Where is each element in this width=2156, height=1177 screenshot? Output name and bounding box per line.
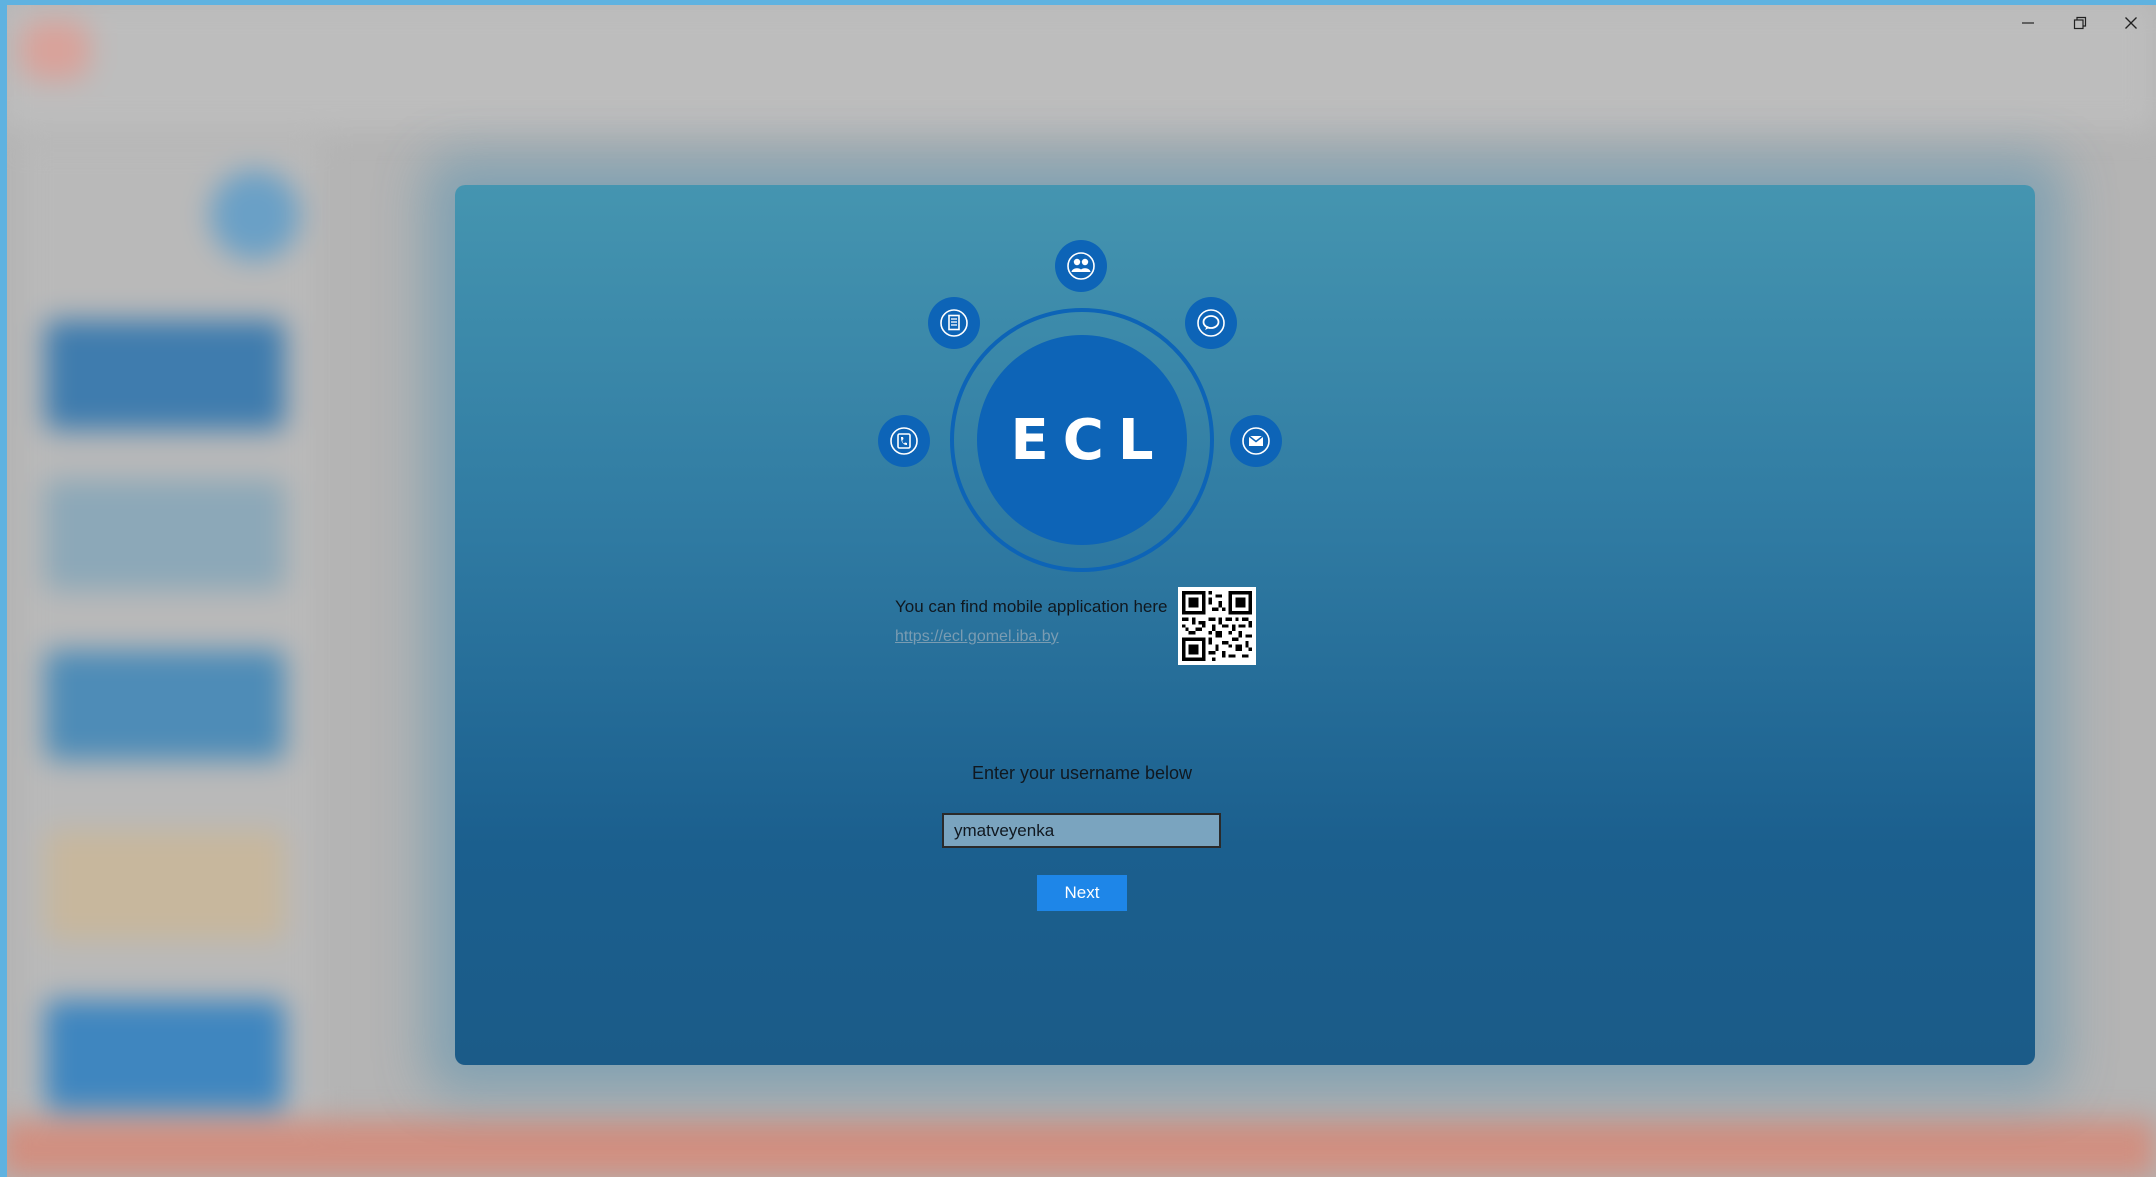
bg-avatar [210,170,300,260]
username-input[interactable] [942,813,1221,848]
bg-topbar [0,0,2156,130]
close-button[interactable] [2108,8,2154,38]
window-top-border [0,0,2156,5]
username-prompt: Enter your username below [971,763,1193,783]
restore-button[interactable] [2057,8,2103,38]
minimize-icon [2022,22,2034,24]
bg-card [45,480,285,590]
chat-icon [1185,297,1237,349]
app-window: ECL You can find mobile application here… [0,0,2156,1177]
users-icon [1055,240,1107,292]
next-button[interactable]: Next [1037,875,1127,911]
phone-icon [878,415,930,467]
bg-card [45,830,285,940]
mail-icon [1230,415,1282,467]
mobile-app-text: You can find mobile application here [895,597,1168,616]
mobile-app-link[interactable]: https://ecl.gomel.iba.by [895,628,1059,646]
restore-icon [2073,16,2087,30]
bg-card [45,320,285,430]
bg-footer [0,1120,2156,1177]
bg-card [45,1000,285,1110]
bg-card [45,650,285,760]
close-icon [2125,17,2137,29]
document-icon [928,297,980,349]
ecl-logo: ECL [870,235,1290,585]
bg-sidebar [20,140,320,1140]
window-left-border [0,0,7,1177]
logo-text: ECL [977,335,1187,545]
qr-code-icon [1178,587,1256,665]
bg-logo [20,20,90,80]
minimize-button[interactable] [2005,8,2051,38]
